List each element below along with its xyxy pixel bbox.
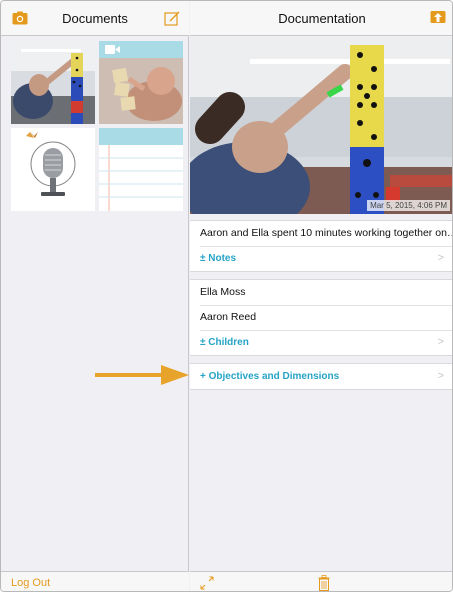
logout-button[interactable]: Log Out [11, 577, 50, 589]
expand-icon[interactable] [200, 576, 214, 590]
documentation-pane: Documentation Mar 5, 2015, 4:06 PM Aaron… [190, 1, 452, 591]
documents-pane: Documents Log Out [1, 1, 189, 591]
note-text[interactable]: Aaron and Ella spent 10 minutes working … [190, 221, 452, 246]
child-item[interactable]: Aaron Reed [190, 305, 452, 330]
share-icon[interactable] [430, 10, 446, 26]
children-toggle[interactable]: ± Children > [190, 330, 452, 355]
notes-section: Aaron and Ella spent 10 minutes working … [190, 220, 452, 272]
documentation-title: Documentation [278, 11, 366, 26]
objectives-section: + Objectives and Dimensions > [190, 363, 452, 390]
app-window: Documents Log Out Documentation Mar 5, 2… [0, 0, 453, 592]
photo-date: Mar 5, 2015, 4:06 PM [367, 200, 450, 211]
chevron-right-icon: > [437, 370, 444, 382]
compose-icon[interactable] [164, 10, 180, 26]
documents-header: Documents [1, 1, 189, 36]
audio-thumbnail[interactable] [11, 128, 95, 211]
documents-footer: Log Out [1, 571, 189, 591]
objectives-label: + Objectives and Dimensions [200, 371, 340, 382]
photo-thumbnail[interactable] [11, 41, 95, 124]
notes-label: ± Notes [200, 253, 237, 264]
child-item[interactable]: Ella Moss [190, 280, 452, 305]
objectives-toggle[interactable]: + Objectives and Dimensions > [190, 364, 452, 389]
chevron-right-icon: > [437, 252, 444, 264]
documentation-header: Documentation [190, 1, 452, 36]
documentation-photo[interactable]: Mar 5, 2015, 4:06 PM [190, 37, 452, 214]
trash-icon[interactable] [318, 575, 330, 591]
chevron-right-icon: > [437, 336, 444, 348]
children-section: Ella Moss Aaron Reed ± Children > [190, 279, 452, 356]
child-with-blocks-photo [190, 37, 452, 214]
children-label: ± Children [200, 337, 249, 348]
notes-toggle[interactable]: ± Notes > [190, 246, 452, 271]
documents-title: Documents [62, 11, 128, 26]
video-thumbnail[interactable] [99, 41, 183, 124]
documentation-footer [190, 571, 452, 591]
annotation-arrow-icon [95, 365, 189, 385]
note-thumbnail[interactable] [99, 128, 183, 211]
